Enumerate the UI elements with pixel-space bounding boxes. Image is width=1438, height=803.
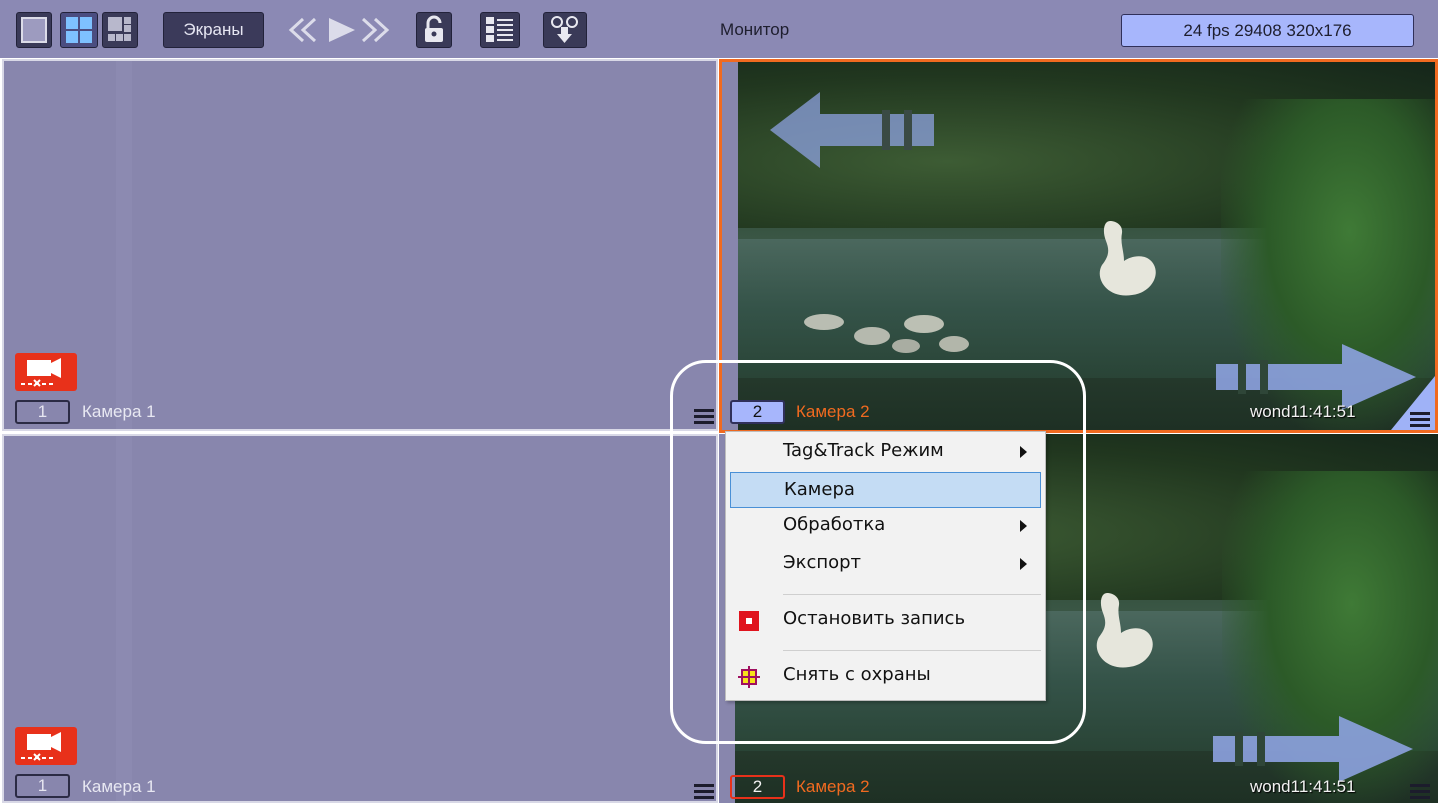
camera-label: Камера 2 [796, 777, 870, 796]
lock-icon [425, 15, 443, 42]
lock-button[interactable] [416, 12, 452, 48]
cell-menu-icon[interactable] [1410, 784, 1430, 800]
layout-2x2-button[interactable] [60, 12, 98, 48]
video-timestamp: wond11:41:51 [1250, 777, 1356, 796]
layout-single-button[interactable] [16, 12, 52, 48]
toolbar: Экраны Монитор 24 fps 29408 320x176 [0, 0, 1438, 58]
layout-2x2-icon [66, 17, 92, 43]
layout-3x3-button[interactable] [102, 12, 138, 48]
cell-menu-icon[interactable] [694, 784, 714, 800]
video-timestamp: wond11:41:51 [1250, 402, 1356, 421]
swan [1099, 221, 1156, 296]
fps-readout: 24 fps 29408 320x176 [1121, 14, 1414, 47]
cell-menu-icon[interactable] [1410, 412, 1430, 428]
playback-controls [283, 13, 395, 47]
camera-cell-top-left[interactable]: 1 Камера 1 [2, 59, 718, 431]
layout-3x3-icon [108, 17, 131, 41]
play-icon[interactable] [329, 18, 355, 42]
arrow-left-icon [770, 92, 934, 168]
arrow-right-icon [1213, 716, 1413, 782]
list-icon [486, 17, 513, 42]
swan [1096, 593, 1153, 668]
export-icon [551, 16, 578, 43]
cygnets [804, 314, 969, 353]
fast-forward-icon[interactable] [361, 17, 390, 43]
camera-number[interactable]: 1 [15, 400, 70, 424]
camera-cell-bottom-left[interactable]: 1 Камера 1 [2, 434, 718, 803]
camera-offline-icon [15, 727, 77, 765]
camera-number[interactable]: 2 [730, 775, 785, 799]
camera-offline-icon [15, 353, 77, 391]
export-button[interactable] [543, 12, 587, 48]
annotation-highlight-frame [670, 360, 1086, 744]
camera-label: Камера 1 [82, 777, 156, 796]
camera-number[interactable]: 1 [15, 774, 70, 798]
monitor-title: Монитор [720, 20, 790, 39]
screens-button[interactable]: Экраны [163, 12, 264, 48]
camera-label: Камера 1 [82, 402, 156, 421]
list-button[interactable] [480, 12, 520, 48]
rewind-icon[interactable] [288, 17, 317, 43]
layout-single-icon [21, 17, 47, 43]
